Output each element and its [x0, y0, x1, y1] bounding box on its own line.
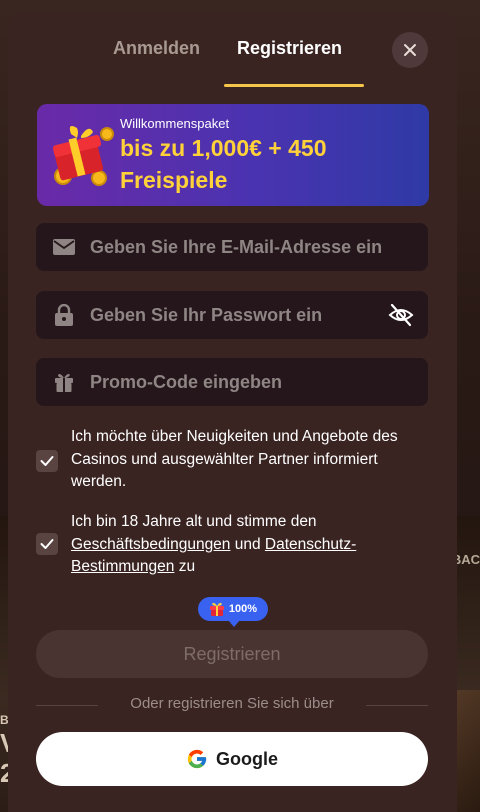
envelope-icon	[52, 235, 76, 259]
google-label: Google	[216, 748, 278, 769]
registration-modal: Anmelden Registrieren Willkommenspaket b…	[8, 12, 457, 812]
newsletter-consent-text: Ich möchte über Neuigkeiten und Angebote…	[71, 428, 398, 490]
password-field	[36, 291, 428, 339]
consent-text-part: Ich bin 18 Jahre alt und stimme den	[71, 513, 317, 530]
register-submit-button[interactable]: Registrieren	[36, 630, 428, 678]
checkmark-icon	[40, 456, 54, 466]
bonus-badge: 100%	[198, 597, 268, 627]
google-signup-button[interactable]: Google	[36, 732, 428, 786]
age-terms-consent-text: Ich bin 18 Jahre alt und stimme den Gesc…	[71, 511, 431, 579]
age-terms-consent: Ich bin 18 Jahre alt und stimme den Gesc…	[36, 511, 428, 581]
gift-icon	[52, 370, 76, 394]
lock-icon	[52, 303, 76, 327]
terms-link[interactable]: Geschäftsbedingungen	[71, 536, 230, 553]
active-tab-indicator	[224, 84, 364, 87]
welcome-bonus-banner: Willkommenspaket bis zu 1,000€ + 450 Fre…	[37, 104, 429, 206]
gift-icon	[209, 602, 224, 616]
newsletter-consent: Ich möchte über Neuigkeiten und Angebote…	[36, 426, 428, 496]
banner-kicker: Willkommenspaket	[120, 116, 230, 131]
consent-text-part: und	[230, 535, 265, 553]
tab-register[interactable]: Registrieren	[237, 38, 342, 59]
close-icon	[404, 44, 416, 56]
badge-percent: 100%	[228, 603, 258, 615]
auth-tabs: Anmelden Registrieren	[8, 12, 457, 88]
social-divider: Oder registrieren Sie sich über	[36, 695, 428, 715]
email-input[interactable]	[90, 223, 390, 271]
close-button[interactable]	[392, 32, 428, 68]
divider-line	[366, 705, 428, 706]
banner-headline: bis zu 1,000€ + 450 Freispiele	[120, 135, 327, 193]
email-field	[36, 223, 428, 271]
eye-off-icon[interactable]	[388, 302, 414, 328]
divider-text: Oder registrieren Sie sich über	[130, 695, 334, 712]
gift-coins-icon	[52, 126, 114, 186]
age-terms-checkbox[interactable]	[36, 533, 58, 555]
promo-code-field	[36, 358, 428, 406]
tab-login[interactable]: Anmelden	[113, 38, 200, 59]
promo-code-input[interactable]	[90, 358, 390, 406]
checkmark-icon	[40, 539, 54, 549]
newsletter-checkbox[interactable]	[36, 450, 58, 472]
consent-text-part: zu	[174, 558, 196, 575]
password-input[interactable]	[90, 291, 390, 339]
google-icon	[187, 749, 207, 769]
